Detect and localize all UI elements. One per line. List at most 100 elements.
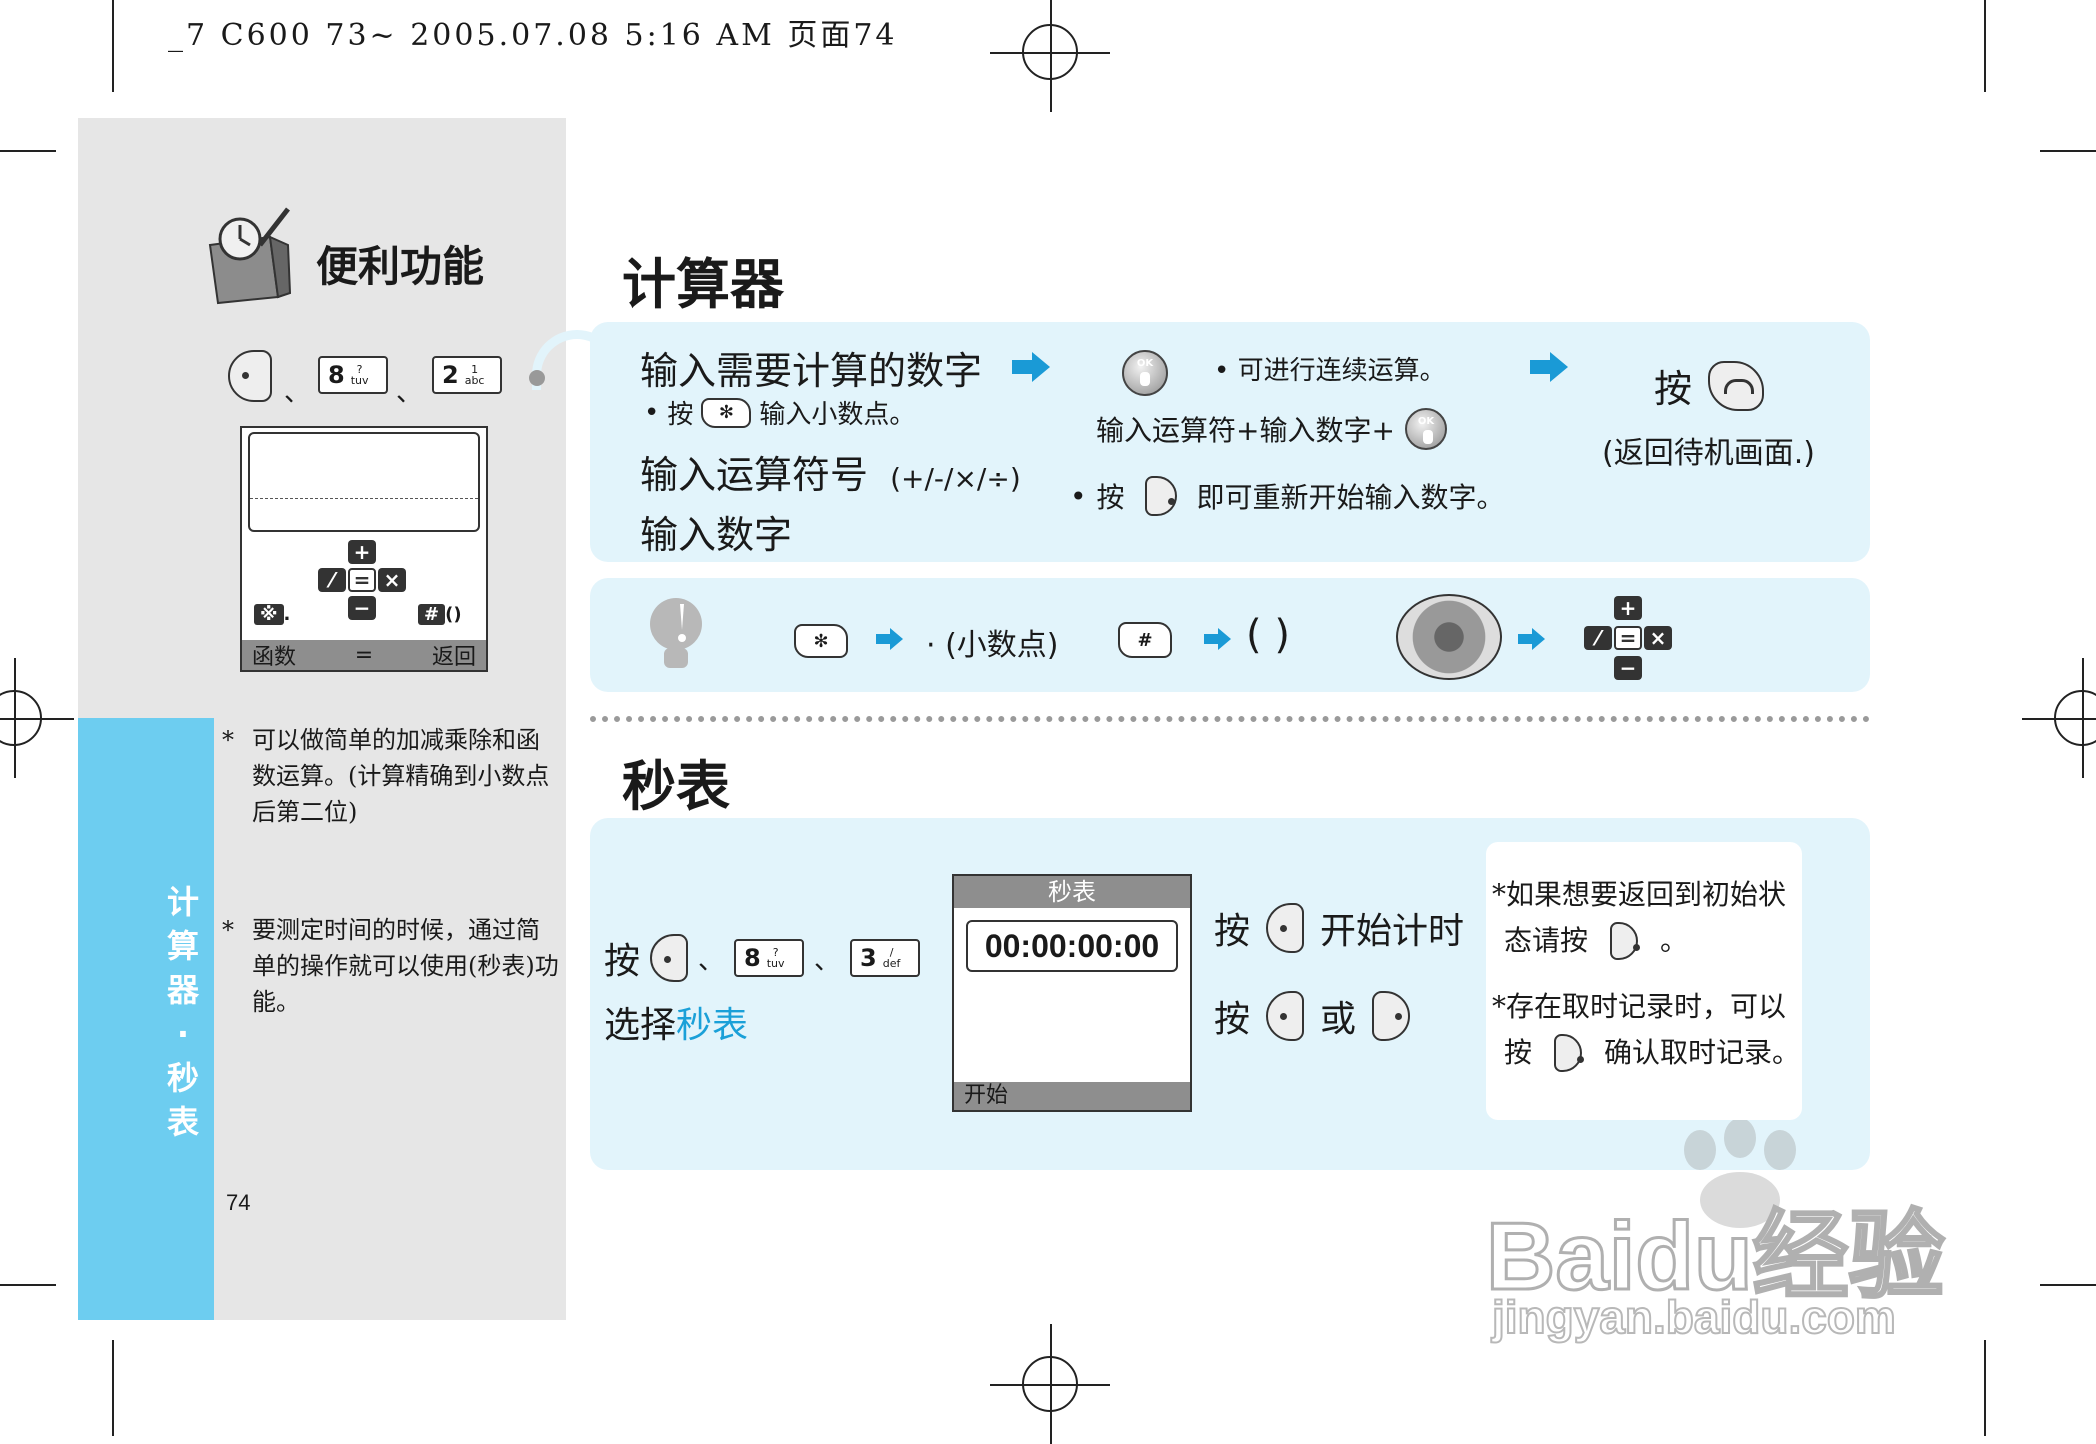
key-sub: ? tuv bbox=[350, 363, 369, 387]
stopwatch-heading: 秒表 bbox=[622, 755, 730, 818]
start-softkey-label: 开始 bbox=[964, 1083, 1009, 1108]
registration-mark bbox=[990, 0, 1110, 112]
right-softkey-icon bbox=[1554, 1034, 1585, 1072]
stopwatch-note-1: *如果想要返回到初始状 态请按 。 bbox=[1492, 872, 1802, 964]
note-line: 态请按 bbox=[1504, 924, 1589, 957]
operator-dpad: + ⁄ = × − bbox=[312, 536, 422, 636]
key-2-icon: 21 abc bbox=[432, 356, 502, 394]
decimal-hint: • 按 ✻ 输入小数点。 bbox=[644, 394, 915, 431]
end-call-icon bbox=[1708, 360, 1765, 411]
star-key-label: . bbox=[283, 604, 291, 625]
arrow-right-icon bbox=[1518, 628, 1548, 650]
separator: 、 bbox=[396, 378, 423, 408]
vertical-char: 计 bbox=[166, 883, 199, 921]
screen-title-bar: 秒表 bbox=[954, 876, 1190, 908]
connector-dot bbox=[529, 370, 545, 386]
plus-icon: + bbox=[348, 540, 376, 564]
display-divider bbox=[250, 498, 478, 499]
crop-mark bbox=[1984, 1340, 1986, 1436]
arrow-right-icon bbox=[1012, 352, 1052, 382]
vertical-char: · bbox=[176, 1015, 190, 1053]
divide-icon: ⁄ bbox=[318, 568, 346, 592]
softkey-right-label: 返回 bbox=[431, 645, 476, 670]
ok-button-icon: OK bbox=[1404, 408, 1447, 450]
operator-label: 输入运算符号 bbox=[640, 453, 869, 497]
vertical-section-title: 计 算 器 · 秒 表 bbox=[160, 880, 206, 1144]
end-press: 按 bbox=[1654, 358, 1765, 413]
sidebar-note-2: * 要测定时间的时候，通过简单的操作就可以使用(秒表)功能。 bbox=[222, 912, 562, 1020]
hash-glyph: # bbox=[418, 604, 446, 625]
vertical-char: 秒 bbox=[166, 1059, 199, 1097]
decimal-point-label: · (小数点) bbox=[926, 628, 1059, 663]
hash-key-label: () bbox=[445, 604, 462, 625]
hash-key-icon: # bbox=[1118, 622, 1172, 658]
equals-icon: = bbox=[348, 568, 376, 592]
press-label: 按 bbox=[604, 941, 641, 982]
crop-mark bbox=[112, 1340, 114, 1436]
continuous-text: 可进行连续运算。 bbox=[1237, 356, 1446, 386]
softkey-left-label: 函数 bbox=[252, 645, 297, 670]
note-line: *存在取时记录时，可以 bbox=[1492, 990, 1787, 1023]
registration-mark bbox=[2022, 658, 2096, 778]
select-target: 秒表 bbox=[676, 1005, 749, 1046]
calculator-heading: 计算器 bbox=[622, 253, 784, 316]
star-key-icon: ✻ bbox=[794, 624, 848, 658]
stopwatch-nav: 按 、 8 ? tuv 、 3 / def bbox=[604, 932, 921, 984]
left-softkey-icon bbox=[1266, 991, 1305, 1041]
or-label: 或 bbox=[1320, 999, 1357, 1040]
softkey-bar: 函数 = 返回 bbox=[242, 640, 486, 670]
parentheses-label: ( ) bbox=[1246, 612, 1290, 658]
separator: 、 bbox=[284, 378, 311, 408]
key-3-icon: 3 / def bbox=[850, 939, 921, 977]
press-label: 按 bbox=[667, 400, 694, 430]
registration-mark bbox=[990, 1324, 1110, 1444]
step-input-digit: 输入数字 bbox=[640, 513, 793, 557]
key-digit: 8 bbox=[744, 944, 761, 972]
arrow-right-icon bbox=[1204, 628, 1234, 650]
key-digit: 8 bbox=[328, 361, 345, 389]
stopwatch-note-2: *存在取时记录时，可以 按 确认取时记录。 bbox=[1492, 984, 1802, 1076]
start-label: 开始计时 bbox=[1320, 911, 1465, 952]
continuous-line: 输入运算符+输入数字+ OK bbox=[1096, 408, 1447, 450]
left-softkey-icon bbox=[650, 934, 689, 982]
crop-mark bbox=[0, 1284, 56, 1286]
right-softkey-icon bbox=[1372, 991, 1411, 1041]
press-label: 按 bbox=[1214, 999, 1251, 1040]
multiply-icon: × bbox=[378, 568, 406, 592]
crop-mark bbox=[2040, 1284, 2096, 1286]
crop-mark bbox=[2040, 150, 2096, 152]
left-softkey-icon bbox=[1266, 903, 1305, 953]
decimal-label: 输入小数点。 bbox=[759, 400, 916, 430]
note-line: *如果想要返回到初始状 bbox=[1492, 878, 1787, 911]
crop-mark bbox=[112, 0, 114, 92]
operator-list: (+/-/×/÷) bbox=[890, 462, 1021, 495]
divide-icon: ⁄ bbox=[1584, 626, 1612, 650]
section-title: 便利功能 bbox=[316, 242, 485, 291]
navigation-key-icon bbox=[1396, 594, 1502, 680]
minus-icon: − bbox=[348, 596, 376, 620]
separator: 、 bbox=[814, 945, 841, 976]
sidebar-note-1: * 可以做简单的加减乘除和函数运算。(计算精确到小数点后第二位) bbox=[222, 722, 562, 830]
star-glyph: ※ bbox=[254, 604, 284, 625]
time-display: 00:00:00:00 bbox=[966, 920, 1178, 972]
key-8-icon: 8 ? tuv bbox=[734, 939, 805, 977]
print-header: _7 C600 73~ 2005.07.08 5:16 AM 页面74 bbox=[168, 18, 898, 53]
section-divider bbox=[590, 716, 1870, 722]
left-softkey-icon bbox=[228, 350, 272, 402]
operator-dpad-icon: + ⁄ = × − bbox=[1578, 592, 1682, 688]
reset-note: • 按 即可重新开始输入数字。 bbox=[1070, 476, 1505, 516]
vertical-char: 算 bbox=[166, 927, 199, 965]
start-instruction: 按 开始计时 bbox=[1214, 902, 1464, 954]
right-softkey-icon bbox=[1144, 476, 1177, 516]
vertical-char: 表 bbox=[166, 1103, 199, 1141]
key-sub: ? tuv bbox=[766, 946, 785, 970]
press-label: 按 bbox=[1214, 911, 1251, 952]
crop-mark bbox=[0, 150, 56, 152]
crop-mark bbox=[1984, 0, 1986, 92]
softkey-mid-label: = bbox=[354, 642, 374, 668]
vertical-char: 器 bbox=[166, 971, 199, 1009]
note-text: 可以做简单的加减乘除和函数运算。(计算精确到小数点后第二位) bbox=[252, 726, 550, 826]
watermark-url: jingyan.baidu.com bbox=[1491, 1290, 1897, 1344]
key-sub: / def bbox=[882, 946, 901, 970]
star-key-icon: ✻ bbox=[701, 397, 752, 428]
